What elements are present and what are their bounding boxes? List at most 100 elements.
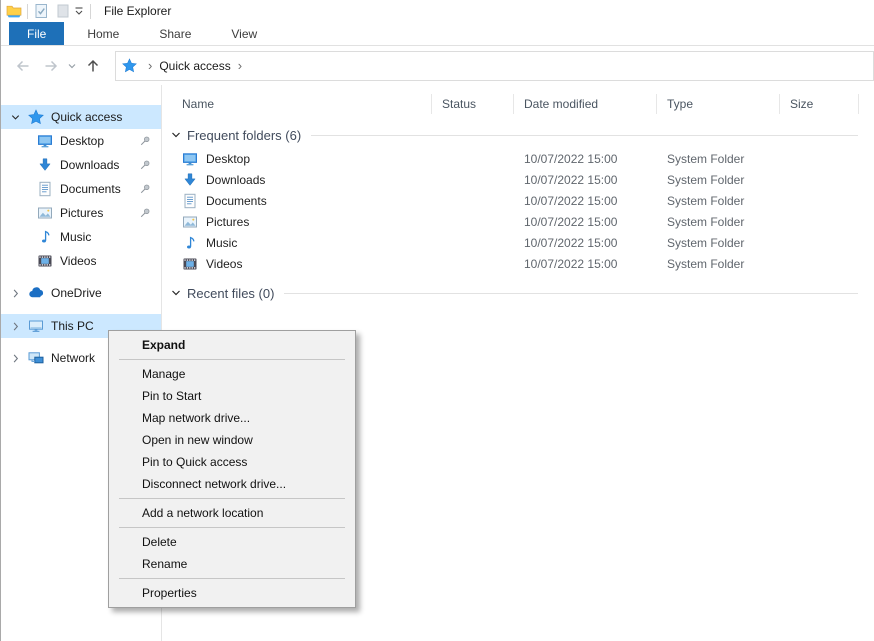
file-name: Downloads [206,173,265,187]
quick-access-star-icon [28,109,44,125]
tab-share[interactable]: Share [142,22,208,45]
column-header-size[interactable]: Size [780,94,859,114]
music-icon [182,235,198,251]
videos-icon [182,256,198,272]
navigation-bar: › Quick access › [1,46,874,85]
file-row-documents[interactable]: Documents 10/07/2022 15:00 System Folder [162,190,874,211]
back-icon[interactable] [15,58,31,74]
chevron-down-icon[interactable] [170,129,182,141]
sidebar-item-downloads[interactable]: Downloads [1,153,161,177]
breadcrumb-location[interactable]: Quick access [159,59,230,73]
file-name: Pictures [206,215,249,229]
chevron-down-icon[interactable] [10,112,21,123]
frequent-folders-list: Desktop 10/07/2022 15:00 System Folder D… [162,148,874,274]
column-headers: Name Status Date modified Type Size [162,91,874,117]
column-header-type[interactable]: Type [657,94,780,114]
customize-toolbar-dropdown-icon[interactable] [73,5,85,17]
file-row-downloads[interactable]: Downloads 10/07/2022 15:00 System Folder [162,169,874,190]
chevron-right-icon[interactable] [10,321,21,332]
file-date-modified: 10/07/2022 15:00 [514,152,657,166]
tab-view[interactable]: View [214,22,274,45]
separator [90,4,91,19]
sidebar-item-pictures[interactable]: Pictures [1,201,161,225]
file-type: System Folder [657,215,780,229]
sidebar-item-documents[interactable]: Documents [1,177,161,201]
sidebar-item-label: OneDrive [51,286,102,300]
sidebar-item-label: Music [60,230,91,244]
sidebar-item-label: Network [51,351,95,365]
menu-item-manage[interactable]: Manage [109,363,355,385]
forward-icon[interactable] [43,58,59,74]
menu-item-pin-to-start[interactable]: Pin to Start [109,385,355,407]
file-row-pictures[interactable]: Pictures 10/07/2022 15:00 System Folder [162,211,874,232]
chevron-right-icon[interactable] [10,353,21,364]
sidebar-item-label: Quick access [51,110,122,124]
pictures-icon [182,214,198,230]
tab-home[interactable]: Home [70,22,136,45]
properties-icon[interactable] [33,3,49,19]
menu-item-properties[interactable]: Properties [109,582,355,604]
menu-separator [119,498,345,499]
column-header-date-modified[interactable]: Date modified [514,94,657,114]
file-name: Videos [206,257,242,271]
documents-icon [182,193,198,209]
onedrive-icon [28,285,44,301]
this-pc-icon [28,318,44,334]
file-row-videos[interactable]: Videos 10/07/2022 15:00 System Folder [162,253,874,274]
file-explorer-window: File Explorer File Home Share View › Qui… [0,0,874,641]
sidebar-item-onedrive[interactable]: OneDrive [1,281,161,305]
recent-locations-dropdown-icon[interactable] [67,61,77,71]
breadcrumb-chevron-icon[interactable]: › [141,59,159,72]
documents-icon [37,181,53,197]
menu-item-pin-to-quick-access[interactable]: Pin to Quick access [109,451,355,473]
sidebar-item-label: Pictures [60,206,103,220]
up-icon[interactable] [85,58,101,74]
pin-icon [139,183,151,195]
pin-icon [139,159,151,171]
menu-item-map-network-drive[interactable]: Map network drive... [109,407,355,429]
file-row-desktop[interactable]: Desktop 10/07/2022 15:00 System Folder [162,148,874,169]
menu-item-open-in-new-window[interactable]: Open in new window [109,429,355,451]
chevron-right-icon[interactable] [10,288,21,299]
file-date-modified: 10/07/2022 15:00 [514,236,657,250]
file-row-music[interactable]: Music 10/07/2022 15:00 System Folder [162,232,874,253]
menu-item-delete[interactable]: Delete [109,531,355,553]
ribbon-tabs: File Home Share View [1,22,874,46]
address-bar[interactable]: › Quick access › [115,51,874,81]
videos-icon [37,253,53,269]
pin-icon [139,135,151,147]
sidebar-item-label: Downloads [60,158,119,172]
sidebar-item-music[interactable]: Music [1,225,161,249]
menu-item-expand[interactable]: Expand [109,334,355,356]
sidebar-item-label: Documents [60,182,121,196]
group-rule [311,135,858,136]
sidebar-item-label: Desktop [60,134,104,148]
file-date-modified: 10/07/2022 15:00 [514,173,657,187]
file-type: System Folder [657,236,780,250]
menu-item-rename[interactable]: Rename [109,553,355,575]
new-folder-icon[interactable] [55,3,71,19]
group-title: Frequent folders (6) [187,128,301,143]
file-type: System Folder [657,173,780,187]
tab-file[interactable]: File [9,22,64,45]
network-icon [28,350,44,366]
menu-separator [119,359,345,360]
column-header-status[interactable]: Status [432,94,514,114]
sidebar-item-quick-access[interactable]: Quick access [1,105,161,129]
file-date-modified: 10/07/2022 15:00 [514,194,657,208]
file-name: Documents [206,194,267,208]
menu-item-disconnect-network-drive[interactable]: Disconnect network drive... [109,473,355,495]
chevron-down-icon[interactable] [170,287,182,299]
breadcrumb-chevron-icon[interactable]: › [231,59,249,72]
file-type: System Folder [657,257,780,271]
group-header-recent-files[interactable]: Recent files (0) [162,283,874,303]
sidebar-item-videos[interactable]: Videos [1,249,161,273]
file-type: System Folder [657,152,780,166]
menu-item-add-network-location[interactable]: Add a network location [109,502,355,524]
group-header-frequent-folders[interactable]: Frequent folders (6) [162,125,874,145]
file-name: Desktop [206,152,250,166]
column-header-name[interactable]: Name [162,94,432,114]
menu-separator [119,578,345,579]
sidebar-item-desktop[interactable]: Desktop [1,129,161,153]
music-icon [37,229,53,245]
